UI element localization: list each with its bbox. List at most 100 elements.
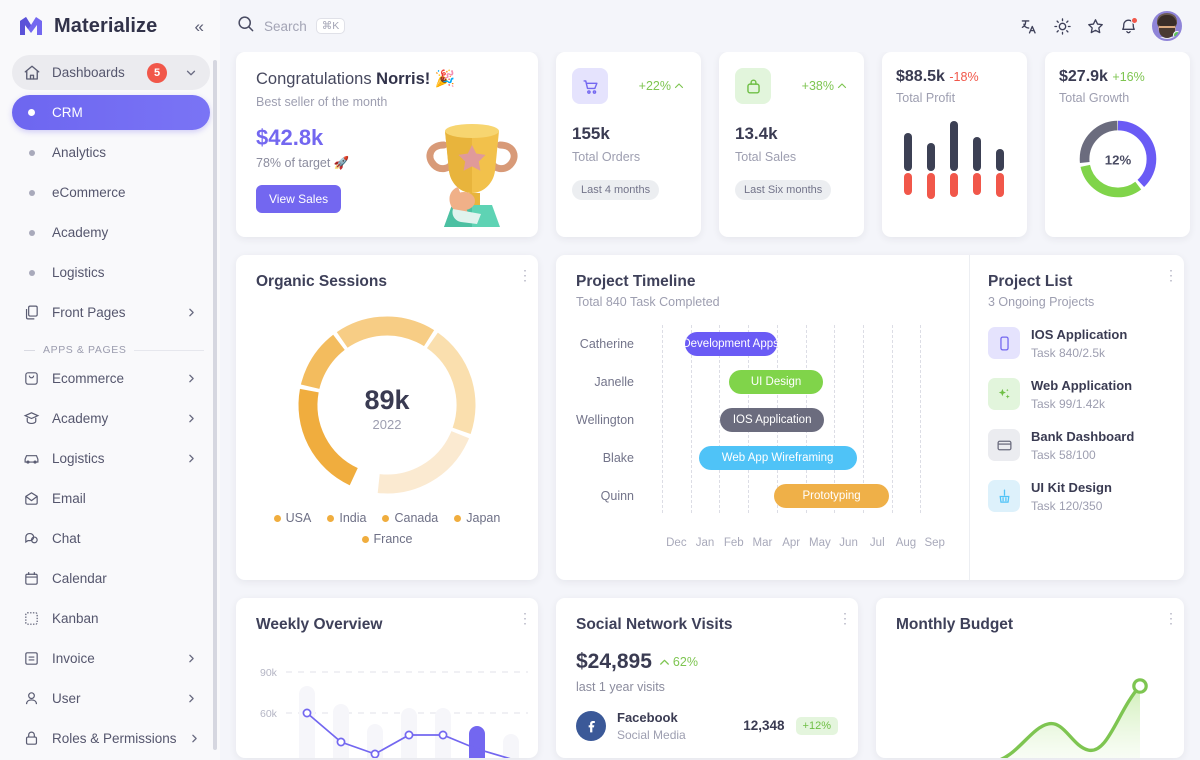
kebab-menu-icon[interactable]: ⋮ [1164,611,1178,625]
sun-icon[interactable] [1053,17,1072,36]
project-name: IOS Application [1031,327,1128,342]
sidebar-item-logistics-sub[interactable]: Logistics [12,255,210,290]
gantt-bar[interactable]: Web App Wireframing [698,446,857,470]
axis-tick: Mar [752,537,773,549]
gantt-row-name: Quinn [600,489,634,503]
profit-label: Total Profit [896,91,956,105]
section-label-text: APPS & PAGES [43,344,127,356]
bullet-icon [22,109,41,116]
search-input[interactable]: Search ⌘K [236,14,346,38]
social-subtitle: last 1 year visits [576,680,665,694]
sidebar-item-email[interactable]: Email [12,481,210,516]
profit-delta: -18% [949,70,979,84]
social-row-visits: 12,348 [743,718,785,733]
sidebar-item-academy-app[interactable]: Academy [12,401,210,436]
growth-head: $27.9k +16% [1059,68,1176,86]
kebab-menu-icon[interactable]: ⋮ [1164,268,1178,282]
axis-tick: Jul [869,537,885,549]
gantt-bar[interactable]: Prototyping [774,484,889,508]
sidebar-scrollbar[interactable] [213,60,217,750]
bag-icon [735,68,771,104]
total-sales-card: +38% 13.4k Total Sales Last Six months [719,52,864,237]
axis-tick: Jan [695,537,715,549]
list-item[interactable]: UI Kit Design Task 120/350 [988,479,1166,513]
list-item[interactable]: IOS Application Task 840/2.5k [988,326,1166,360]
sidebar-item-ecommerce-app[interactable]: Ecommerce [12,361,210,396]
project-name: UI Kit Design [1031,480,1112,495]
list-item[interactable]: Facebook Social Media 12,348 +12% [576,709,838,742]
sidebar-item-analytics[interactable]: Analytics [12,135,210,170]
collapse-chevrons-icon[interactable]: « [195,18,204,35]
avatar[interactable] [1152,11,1182,41]
gantt-row: Janelle UI Design [576,363,949,401]
sidebar-item-chat[interactable]: Chat [12,521,210,556]
shopping-bag-icon [22,369,41,388]
sidebar-item-front-pages[interactable]: Front Pages [12,295,210,330]
mobile-icon [988,327,1020,359]
chat-icon [22,529,41,548]
sidebar-item-academy[interactable]: Academy [12,215,210,250]
sidebar-item-label: eCommerce [52,185,126,200]
copy-icon [22,303,41,322]
sidebar-item-crm[interactable]: CRM [12,95,210,130]
bell-icon[interactable] [1119,16,1138,36]
sparkles-icon [988,378,1020,410]
sidebar-item-logistics-app[interactable]: Logistics [12,441,210,476]
online-status-dot [1173,31,1180,39]
kebab-menu-icon[interactable]: ⋮ [838,611,852,625]
list-item[interactable]: Bank Dashboard Task 58/100 [988,428,1166,462]
translate-icon[interactable] [1020,17,1039,36]
notification-dot [1131,16,1138,24]
caret-up-icon [660,659,669,665]
gantt-row: Catherine Development Apps [576,325,949,363]
gantt-bar[interactable]: UI Design [728,370,824,394]
sidebar-item-label: Chat [52,531,81,546]
orders-label: Total Orders [572,150,641,164]
list-item[interactable]: Web Application Task 99/1.42k [988,377,1166,411]
brand[interactable]: Materialize « [0,0,220,48]
sidebar-item-label: Logistics [52,265,105,280]
total-growth-card: $27.9k +16% Total Growth 12% [1045,52,1190,237]
sidebar-nav: Dashboards 5 CRM Analytics eCommerce Aca… [0,48,220,760]
social-row-type: Social Media [617,728,686,742]
cart-icon [572,68,608,104]
sidebar-item-label: Dashboards [52,65,125,80]
gantt-bar[interactable]: Development Apps [682,332,779,356]
budget-title: Monthly Budget [896,616,1014,633]
gantt-row-name: Janelle [594,375,634,389]
bullet-icon [22,229,41,236]
social-value-row: $24,895 62% [576,650,838,674]
view-sales-button[interactable]: View Sales [256,185,342,213]
trophy-illustration-icon [412,101,532,237]
sales-trend-value: +38% [801,79,834,93]
chevron-down-icon [184,66,198,80]
materialize-logo-icon [18,14,44,38]
lock-icon [22,729,41,748]
sidebar-item-invoice[interactable]: Invoice [12,641,210,676]
social-value: $24,895 [576,650,652,673]
user-icon [22,689,41,708]
kebab-menu-icon[interactable]: ⋮ [518,268,532,282]
star-icon[interactable] [1086,17,1105,36]
sidebar: Materialize « Dashboards 5 CRM Analytics… [0,0,220,760]
caret-up-icon [674,83,684,89]
sales-value: 13.4k [735,124,778,143]
legend-item-india: India [327,511,366,525]
legend-item-usa: USA [273,511,311,525]
gantt-bar[interactable]: IOS Application [720,408,825,432]
kebab-menu-icon[interactable]: ⋮ [518,611,532,625]
sidebar-item-dashboards[interactable]: Dashboards 5 [12,55,210,90]
sidebar-item-roles-permissions[interactable]: Roles & Permissions [12,721,210,756]
sales-trend: +38% [802,79,848,93]
caret-up-icon [837,83,847,89]
sidebar-item-user[interactable]: User [12,681,210,716]
sidebar-item-calendar[interactable]: Calendar [12,561,210,596]
sidebar-item-label: Roles & Permissions [52,731,177,746]
search-placeholder: Search [264,18,307,34]
timeline-subtitle: Total 840 Task Completed [576,295,720,309]
sidebar-item-ecommerce[interactable]: eCommerce [12,175,210,210]
mid-row: Organic Sessions ⋮ 89k 2022 USA India Ca… [236,255,1184,580]
growth-label: Total Growth [1059,91,1130,105]
sidebar-item-kanban[interactable]: Kanban [12,601,210,636]
kanban-icon [22,609,41,628]
